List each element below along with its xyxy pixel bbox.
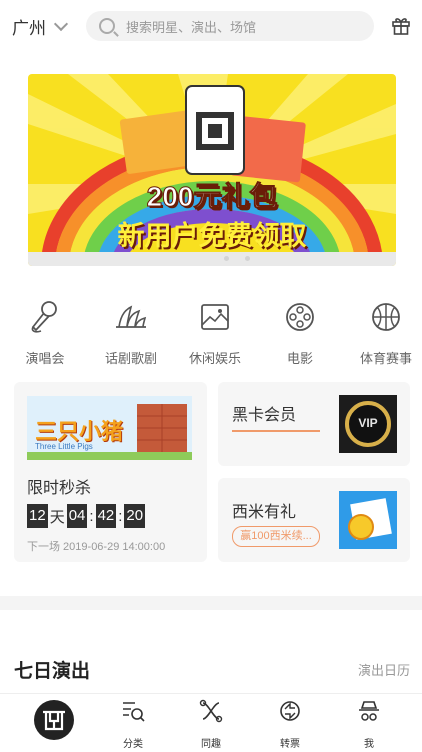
- category-search-icon: [123, 702, 145, 722]
- flash-sale-title: 限时秒杀: [27, 480, 92, 497]
- basketball-icon: [372, 303, 400, 331]
- tab-label: 转票: [280, 739, 300, 750]
- vip-badge-text: VIP: [358, 416, 378, 430]
- category-theater[interactable]: 话剧歌剧: [96, 299, 166, 367]
- timer-days: 12: [27, 504, 48, 528]
- vip-card[interactable]: 黑卡会员 VIP: [218, 382, 410, 466]
- tab-category[interactable]: 分类: [103, 698, 163, 750]
- category-movie[interactable]: 电影: [265, 299, 335, 367]
- category-label: 演唱会: [25, 351, 65, 366]
- timer-day-unit: 天: [49, 508, 65, 526]
- banner-headline: 200元礼包: [146, 181, 278, 213]
- chevron-down-icon: [53, 16, 69, 32]
- search-input[interactable]: 搜索明星、演出、场馆: [86, 11, 374, 41]
- pagination-dot: [245, 256, 250, 261]
- flash-sale-poster: 三只小猪 Three Little Pigs: [27, 396, 192, 460]
- search-icon: [99, 18, 115, 34]
- category-label: 体育赛事: [359, 351, 412, 366]
- top-bar: 广州 搜索明星、演出、场馆: [0, 0, 422, 50]
- tab-interest[interactable]: 同趣: [181, 698, 241, 750]
- category-concert[interactable]: 演唱会: [10, 299, 80, 367]
- calendar-coin-icon: [339, 491, 397, 549]
- tab-label: 我: [364, 739, 374, 750]
- microphone-icon: [31, 301, 57, 333]
- gift-icon[interactable]: [391, 16, 411, 36]
- category-sports[interactable]: 体育赛事: [351, 299, 421, 367]
- banner-subheadline: 新用户免费领取: [117, 221, 307, 251]
- timer-separator: :: [89, 507, 94, 525]
- tab-transfer[interactable]: 转票: [260, 698, 320, 750]
- gift-card-badge[interactable]: 赢100西米续...: [232, 526, 320, 547]
- film-reel-icon: [286, 303, 314, 331]
- home-logo-icon[interactable]: [34, 700, 74, 740]
- section-title: 七日演出: [14, 661, 91, 682]
- transfer-ticket-icon: [280, 701, 300, 721]
- category-label: 话剧歌剧: [104, 351, 157, 366]
- picture-icon: [201, 304, 229, 330]
- gift-card[interactable]: 西米有礼 赢100西米续...: [218, 478, 410, 562]
- banner-pagination: [28, 252, 396, 266]
- search-placeholder: 搜索明星、演出、场馆: [126, 19, 257, 35]
- pagination-dot: [224, 256, 229, 261]
- vip-underline: [232, 430, 320, 432]
- category-label: 电影: [286, 351, 313, 366]
- vip-card-title: 黑卡会员: [232, 407, 297, 424]
- vip-badge-image: VIP: [339, 395, 397, 453]
- tab-label: 分类: [123, 739, 143, 750]
- promo-banner[interactable]: 200元礼包 新用户免费领取: [28, 74, 396, 266]
- category-leisure[interactable]: 休闲娱乐: [180, 299, 250, 367]
- city-selector[interactable]: 广州: [12, 14, 69, 39]
- poster-subtitle: Three Little Pigs: [35, 442, 93, 451]
- logo-mark: [43, 710, 65, 731]
- city-label: 广州: [12, 19, 46, 38]
- bottom-tab-bar: 分类 同趣 转票 我: [0, 693, 422, 752]
- timer-separator: :: [118, 507, 123, 525]
- flash-sale-card[interactable]: 三只小猪 Three Little Pigs 限时秒杀 12 天 04 : 42…: [14, 382, 207, 562]
- tab-profile[interactable]: 我: [339, 698, 399, 750]
- tab-label: 同趣: [201, 739, 221, 750]
- show-calendar-link[interactable]: 演出日历: [358, 660, 410, 679]
- timer-minutes: 42: [95, 504, 117, 528]
- next-session-time: 下一场 2019-06-29 14:00:00: [27, 541, 166, 553]
- profile-icon: [359, 701, 379, 721]
- countdown-timer: 12 天 04 : 42 : 20: [27, 504, 146, 528]
- timer-seconds: 20: [124, 504, 146, 528]
- category-label: 休闲娱乐: [188, 351, 241, 366]
- section-divider: [0, 596, 422, 610]
- opera-house-icon: [116, 305, 147, 328]
- timer-hours: 04: [66, 504, 88, 528]
- gift-card-title: 西米有礼: [232, 504, 297, 521]
- interest-icon: [199, 699, 223, 723]
